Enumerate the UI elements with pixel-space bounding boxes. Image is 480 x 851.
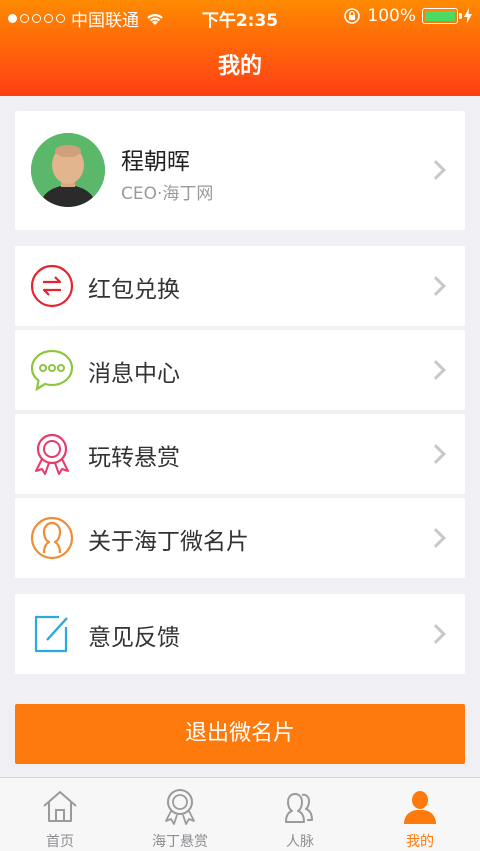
menu-item-redpacket[interactable]: 红包兑换 [15,246,465,326]
chevron-right-icon [426,276,446,296]
chevron-right-icon [426,624,446,644]
menu-item-messages[interactable]: 消息中心 [15,330,465,410]
menu-item-label: 玩转悬赏 [88,445,180,471]
tab-mine[interactable]: 我的 [360,778,480,851]
tab-label: 海丁悬赏 [152,834,208,850]
chevron-right-icon [426,444,446,464]
menu-item-feedback[interactable]: 意见反馈 [15,594,465,674]
edit-icon [34,615,68,653]
chevron-right-icon [426,528,446,548]
battery-icon [422,8,462,24]
person-icon [30,516,74,560]
home-icon [43,791,77,822]
tab-label: 首页 [46,834,74,850]
tab-bar: 首页 海丁悬赏 人脉 我的 [0,777,480,851]
tab-home[interactable]: 首页 [0,778,120,851]
tab-contacts[interactable]: 人脉 [240,778,360,851]
page-title: 我的 [217,54,262,79]
tab-rewards[interactable]: 海丁悬赏 [120,778,240,851]
avatar [31,133,105,207]
tab-label: 人脉 [286,834,314,850]
exchange-icon [30,264,74,308]
chevron-right-icon [426,160,446,180]
menu-item-label: 关于海丁微名片 [88,529,249,555]
menu-item-label: 消息中心 [88,361,180,387]
menu-item-rewards[interactable]: 玩转悬赏 [15,414,465,494]
status-bar: 中国联通 下午2:35 100% [0,0,480,32]
logout-button[interactable]: 退出微名片 [15,704,465,764]
orientation-lock-icon [344,8,361,24]
profile-name: 程朝晖 [121,149,190,175]
chevron-right-icon [426,360,446,380]
award-icon [165,789,195,825]
profile-subtitle: CEO·海丁网 [121,184,214,204]
contacts-icon [285,793,313,823]
profile-card[interactable]: 程朝晖 CEO·海丁网 [15,111,465,230]
menu-item-label: 意见反馈 [88,625,180,651]
message-icon [30,349,74,392]
charging-icon [464,8,472,24]
award-icon [35,433,69,475]
user-icon [404,791,436,824]
tab-label: 我的 [406,834,434,850]
menu-item-label: 红包兑换 [88,277,180,303]
battery-percent: 100% [367,6,416,26]
header-bar: 中国联通 下午2:35 100% 我的 [0,0,480,96]
menu-item-about[interactable]: 关于海丁微名片 [15,498,465,578]
